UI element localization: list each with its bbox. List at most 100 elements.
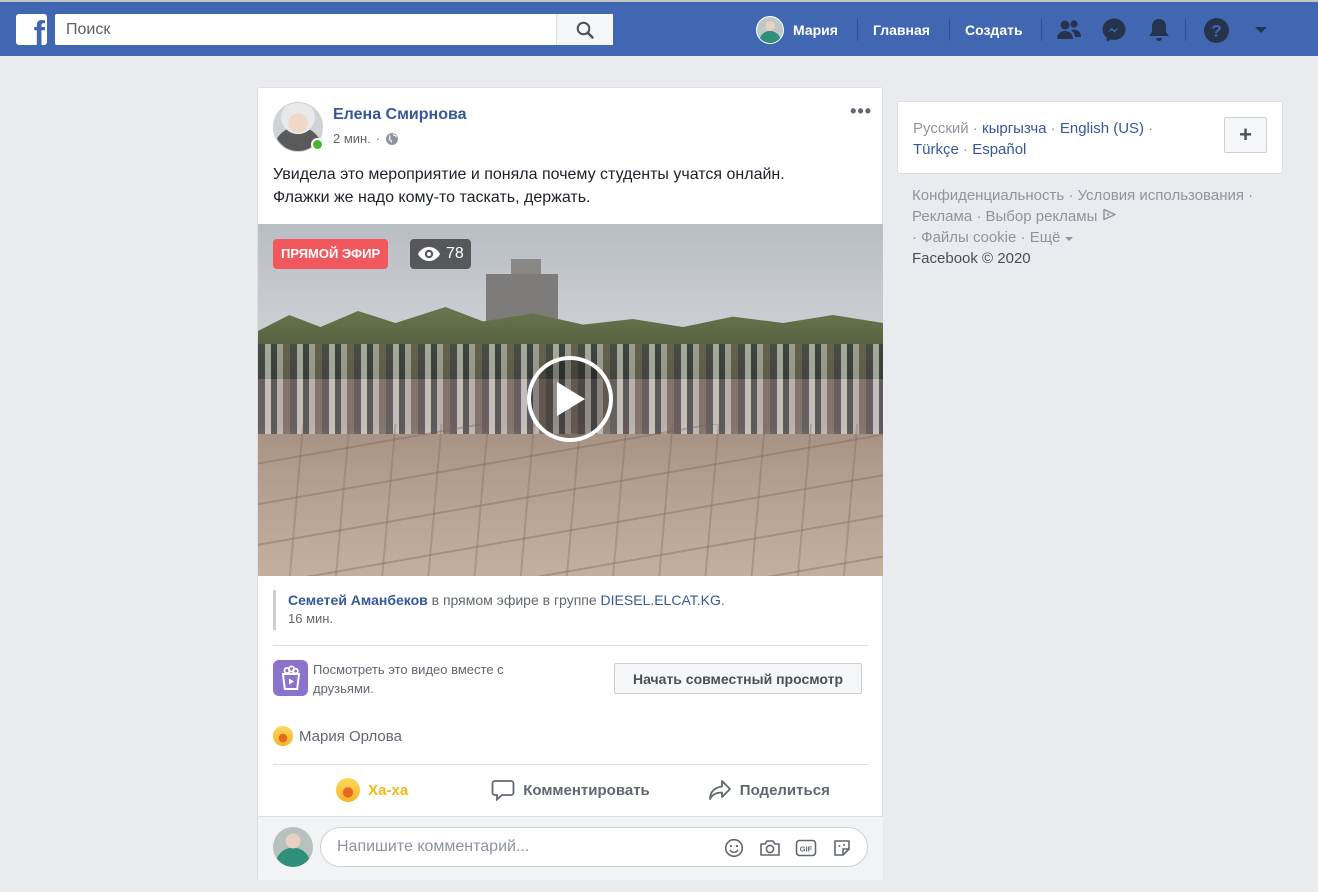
add-language-button[interactable]: + — [1224, 117, 1267, 153]
play-icon — [557, 382, 585, 416]
facebook-logo-icon[interactable]: f — [16, 14, 47, 45]
language-option-turkish[interactable]: Türkçe — [913, 141, 959, 158]
original-timestamp[interactable]: 16 мин. — [288, 610, 868, 628]
play-button[interactable] — [527, 356, 613, 442]
comment-input-box: GIF — [320, 827, 868, 867]
footer-link-more[interactable]: Ещё — [1030, 229, 1061, 246]
current-language: Русский — [913, 120, 969, 137]
video-scene-element — [258, 424, 883, 576]
group-link[interactable]: DIESEL.ELCAT.KG — [601, 592, 721, 608]
original-author-link[interactable]: Семетей Аманбеков — [288, 592, 428, 608]
share-label: Поделиться — [739, 781, 830, 799]
camera-icon[interactable] — [759, 837, 781, 859]
eye-icon — [418, 247, 440, 261]
help-question-icon[interactable]: ? — [1202, 16, 1230, 44]
lang-separator: · — [958, 141, 973, 158]
nav-separator — [857, 19, 858, 41]
live-video-player[interactable]: ПРЯМОЙ ЭФИР 78 — [258, 224, 883, 576]
online-status-indicator — [311, 138, 324, 151]
commenter-avatar[interactable] — [273, 827, 313, 867]
nav-home-link[interactable]: Главная — [873, 22, 930, 38]
footer-link-terms[interactable]: Условия использования — [1078, 187, 1245, 204]
shared-from-line: Семетей Аманбеков в прямом эфире в групп… — [288, 590, 868, 610]
comment-attachment-icons: GIF — [723, 837, 853, 859]
notifications-bell-icon[interactable] — [1145, 16, 1173, 44]
friend-requests-icon[interactable] — [1055, 16, 1083, 44]
meta-dot: · — [375, 131, 381, 146]
gif-icon[interactable]: GIF — [795, 837, 817, 859]
footer-separator: · — [1016, 229, 1030, 246]
language-list: Русский · кыргызча · English (US) · Türk… — [913, 118, 1213, 160]
viewer-count: 78 — [446, 245, 464, 262]
footer-separator: · — [912, 229, 922, 246]
share-button[interactable]: Поделиться — [670, 774, 868, 806]
messenger-icon[interactable] — [1100, 16, 1128, 44]
nav-separator — [949, 19, 950, 41]
comment-button[interactable]: Комментировать — [471, 774, 669, 806]
lang-separator: · — [968, 120, 983, 137]
more-caret-down-icon[interactable] — [1064, 236, 1073, 242]
search-input[interactable] — [55, 14, 556, 45]
nav-create-link[interactable]: Создать — [965, 22, 1023, 38]
shared-from-middle-text: в прямом эфире в группе — [427, 592, 601, 608]
lang-separator: · — [1144, 120, 1154, 137]
comment-input[interactable] — [321, 828, 711, 866]
account-menu-chevron-down-icon[interactable] — [1247, 16, 1275, 44]
start-watch-party-button[interactable]: Начать совместный просмотр — [614, 663, 862, 694]
footer-separator: · — [1064, 187, 1078, 204]
nav-separator — [1041, 19, 1042, 41]
divider — [273, 645, 868, 646]
reactions-summary[interactable]: Мария Орлова — [273, 724, 402, 748]
emoji-picker-icon[interactable] — [723, 837, 745, 859]
footer-link-privacy[interactable]: Конфиденциальность — [912, 187, 1064, 204]
search-bar — [55, 14, 613, 45]
globe-icon[interactable] — [385, 132, 399, 146]
post-actions-bar: Ха-ха Комментировать Поделиться — [273, 774, 868, 806]
post-meta: 2 мин. · — [333, 131, 399, 146]
share-arrow-icon — [708, 780, 731, 800]
language-selector-box: Русский · кыргызча · English (US) · Türk… — [897, 101, 1283, 174]
haha-label: Ха-ха — [368, 781, 409, 799]
footer-separator: · — [1244, 187, 1254, 204]
nav-user-name: Мария — [793, 22, 838, 38]
reactor-name: Мария Орлова — [299, 727, 402, 745]
language-option-kyrgyz[interactable]: кыргызча — [982, 120, 1046, 137]
footer-links: Конфиденциальность · Условия использован… — [912, 185, 1282, 269]
comment-bubble-icon — [491, 780, 515, 801]
search-icon — [576, 21, 594, 39]
haha-emoji-icon — [336, 778, 361, 802]
watch-party-description: Посмотреть это видео вместе с друзьями. — [313, 662, 504, 696]
language-option-spanish[interactable]: Español — [972, 141, 1026, 158]
search-button[interactable] — [556, 14, 613, 45]
post-timestamp[interactable]: 2 мин. — [333, 131, 371, 146]
ad-choices-icon — [1102, 208, 1116, 221]
live-badge: ПРЯМОЙ ЭФИР — [273, 239, 389, 269]
watch-party-icon — [273, 660, 308, 696]
sticker-icon[interactable] — [831, 837, 853, 859]
haha-reaction-button[interactable]: Ха-ха — [273, 774, 471, 806]
post-author-name[interactable]: Елена Смирнова — [333, 106, 467, 124]
shared-from-end-dot: . — [720, 592, 725, 608]
nav-separator — [1185, 19, 1186, 41]
footer-separator: · — [972, 208, 986, 225]
top-navigation-bar: f Мария Главная Создать ? — [0, 0, 1318, 56]
feed-post: Елена Смирнова 2 мин. · ••• Увидела это … — [257, 87, 883, 880]
post-text-line: Флажки же надо кому-то таскать, держать. — [273, 189, 591, 206]
viewer-count-badge: 78 — [410, 239, 471, 269]
nav-avatar — [756, 16, 784, 44]
lang-separator: · — [1046, 120, 1060, 137]
post-options-more-icon[interactable]: ••• — [850, 102, 872, 120]
shared-from-attribution: Семетей Аманбеков в прямом эфире в групп… — [273, 590, 868, 630]
comment-label: Комментировать — [523, 781, 650, 799]
haha-reaction-icon — [273, 726, 293, 746]
post-text-line: Увидела это мероприятие и поняла почему … — [273, 166, 785, 183]
nav-profile-link[interactable]: Мария — [756, 15, 838, 45]
footer-link-ads[interactable]: Реклама — [912, 208, 972, 225]
footer-link-ad-choices[interactable]: Выбор рекламы — [986, 208, 1098, 225]
footer-link-cookies[interactable]: Файлы cookie — [921, 229, 1016, 246]
svg-text:GIF: GIF — [800, 845, 813, 854]
svg-text:?: ? — [1211, 21, 1221, 40]
divider — [273, 764, 868, 765]
copyright-text: Facebook © 2020 — [912, 250, 1031, 267]
language-option-english-us[interactable]: English (US) — [1060, 120, 1144, 137]
